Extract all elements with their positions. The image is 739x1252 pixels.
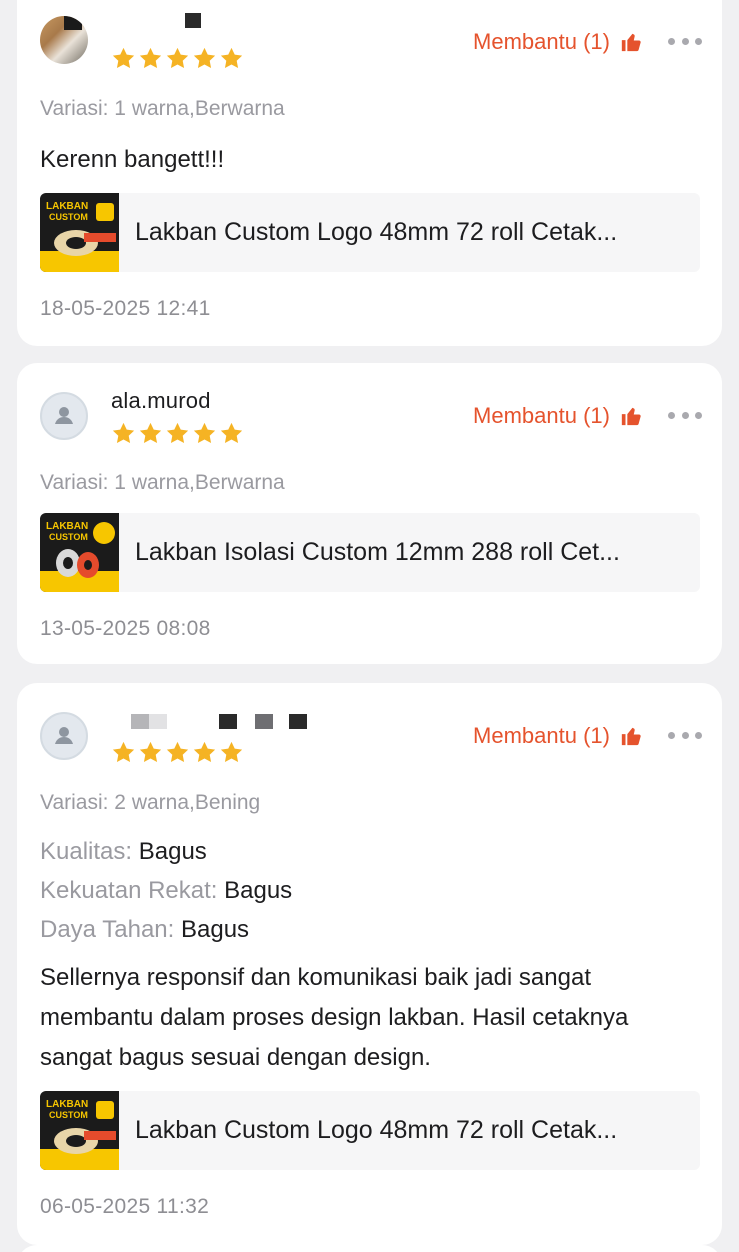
product-link[interactable]: LAKBAN CUSTOM Lakban Isolasi Custom 12mm…: [40, 513, 700, 592]
svg-text:CUSTOM: CUSTOM: [49, 212, 88, 222]
attribute-row: Kekuatan Rekat: Bagus: [40, 871, 292, 910]
svg-text:LAKBAN: LAKBAN: [46, 1099, 88, 1110]
more-options-icon[interactable]: [668, 730, 702, 740]
product-name: Lakban Isolasi Custom 12mm 288 roll Cet.…: [135, 538, 620, 566]
star-icon: [193, 47, 216, 68]
variant-text: Variasi: 1 warna,Berwarna: [40, 471, 285, 494]
lakban-custom-product-image: LAKBAN CUSTOM: [40, 513, 119, 592]
variant-text: Variasi: 1 warna,Berwarna: [40, 97, 285, 120]
star-icon: [139, 741, 162, 762]
product-link[interactable]: LAKBAN CUSTOM Lakban Custom Logo 48mm 72…: [40, 1091, 700, 1170]
star-icon: [112, 741, 135, 762]
star-icon: [193, 422, 216, 443]
review-date: 06-05-2025 11:32: [40, 1195, 210, 1218]
redacted-username: [131, 714, 149, 729]
attribute-value: Bagus: [181, 916, 250, 943]
star-icon: [166, 741, 189, 762]
star-rating: [111, 46, 244, 71]
thumbs-up-icon: [621, 727, 641, 746]
review-text: Kerenn bangett!!!: [40, 146, 225, 173]
review-date: 18-05-2025 12:41: [40, 297, 211, 320]
lakban-custom-product-image: LAKBAN CUSTOM: [40, 1091, 119, 1170]
review-card: Membantu (1) Variasi: 2 warna,Bening Kua…: [17, 683, 722, 1245]
product-name: Lakban Custom Logo 48mm 72 roll Cetak...: [135, 218, 618, 246]
default-avatar-icon[interactable]: [40, 712, 88, 760]
helpful-label: Membantu (1): [473, 29, 610, 54]
star-icon: [220, 741, 243, 762]
attribute-row: Kualitas: Bagus: [40, 832, 207, 871]
svg-text:CUSTOM: CUSTOM: [49, 532, 88, 542]
star-rating: [111, 421, 244, 446]
review-date: 13-05-2025 08:08: [40, 617, 211, 640]
product-name: Lakban Custom Logo 48mm 72 roll Cetak...: [135, 1116, 618, 1144]
review-card-partial: [17, 1245, 722, 1252]
svg-text:CUSTOM: CUSTOM: [49, 1110, 88, 1120]
star-icon: [220, 47, 243, 68]
star-icon: [166, 47, 189, 68]
star-icon: [139, 47, 162, 68]
product-link[interactable]: LAKBAN CUSTOM Lakban Custom Logo 48mm 72…: [40, 193, 700, 272]
star-icon: [166, 422, 189, 443]
default-avatar-icon[interactable]: [40, 392, 88, 440]
helpful-button[interactable]: Membantu (1): [473, 723, 642, 749]
attribute-label: Daya Tahan:: [40, 916, 175, 943]
username[interactable]: ala.murod: [111, 388, 211, 414]
attribute-row: Daya Tahan: Bagus: [40, 910, 249, 949]
attribute-label: Kekuatan Rekat:: [40, 877, 218, 904]
svg-text:LAKBAN: LAKBAN: [46, 201, 88, 212]
helpful-label: Membantu (1): [473, 723, 610, 748]
helpful-label: Membantu (1): [473, 403, 610, 428]
helpful-button[interactable]: Membantu (1): [473, 403, 642, 429]
thumbs-up-icon: [621, 33, 641, 52]
review-text: Sellernya responsif dan komunikasi baik …: [40, 964, 629, 1071]
thumbs-up-icon: [621, 407, 641, 426]
attribute-value: Bagus: [224, 877, 293, 904]
star-icon: [112, 47, 135, 68]
star-rating: [111, 740, 244, 765]
variant-text: Variasi: 2 warna,Bening: [40, 791, 261, 814]
star-icon: [193, 741, 216, 762]
star-icon: [139, 422, 162, 443]
more-options-icon[interactable]: [668, 410, 702, 420]
svg-text:LAKBAN: LAKBAN: [46, 521, 88, 532]
review-card: ala.murod Membantu (1) Variasi: 1 warna,…: [17, 363, 722, 664]
more-options-icon[interactable]: [668, 36, 702, 46]
star-icon: [112, 422, 135, 443]
avatar[interactable]: [40, 16, 88, 64]
lakban-custom-product-image: LAKBAN CUSTOM: [40, 193, 119, 272]
redacted-username: [185, 13, 201, 28]
helpful-button[interactable]: Membantu (1): [473, 29, 642, 55]
attribute-label: Kualitas:: [40, 838, 133, 865]
attribute-value: Bagus: [138, 838, 207, 865]
star-icon: [220, 422, 243, 443]
review-card: Membantu (1) Variasi: 1 warna,Berwarna K…: [17, 0, 722, 346]
